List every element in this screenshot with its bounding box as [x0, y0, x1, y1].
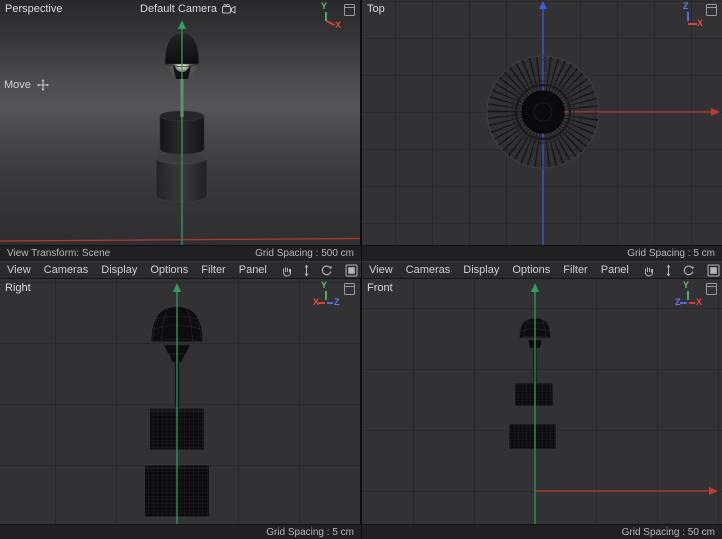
axis-z-label: Z	[334, 298, 340, 307]
axis-gizmo-front: Y Z X	[675, 281, 703, 311]
axis-x-line	[688, 23, 697, 25]
grid-spacing-front: Grid Spacing : 50 cm	[622, 527, 715, 538]
axis-y-label: Y	[321, 2, 327, 11]
maximize-viewport-icon[interactable]	[345, 264, 358, 277]
axis-gizmo-perspective: Y X	[313, 2, 341, 32]
viewport-front[interactable]: Front Y Z X	[362, 279, 722, 524]
statusbar-front: Grid Spacing : 50 cm	[362, 524, 722, 539]
grid-spacing-perspective: Grid Spacing : 500 cm	[255, 248, 354, 259]
menu-view[interactable]: View	[7, 264, 31, 276]
viewport-right[interactable]: Right Y X Z	[0, 279, 361, 524]
viewport-toggle-icon[interactable]	[344, 283, 355, 295]
active-tool-label: Move	[4, 79, 49, 91]
camera-icon	[222, 4, 236, 15]
viewport-nav-icons	[280, 264, 358, 277]
rotate-icon[interactable]	[320, 264, 333, 277]
axis-z-label: Z	[683, 2, 689, 11]
viewport-toggle-icon[interactable]	[706, 4, 717, 16]
viewport-splitter[interactable]	[361, 0, 362, 539]
axis-z-line	[680, 302, 687, 304]
viewport-label-front: Front	[367, 282, 393, 294]
axis-z-line	[687, 12, 689, 21]
menu-filter[interactable]: Filter	[201, 264, 225, 276]
axis-x-label: X	[696, 298, 702, 307]
menu-view[interactable]: View	[369, 264, 393, 276]
grid-spacing-right: Grid Spacing : 5 cm	[266, 527, 354, 538]
statusbar-top: Grid Spacing : 5 cm	[362, 245, 722, 261]
zoom-icon[interactable]	[662, 264, 675, 277]
axis-gizmo-right: Y X Z	[313, 281, 341, 311]
menu-filter[interactable]: Filter	[563, 264, 587, 276]
axis-x-label: X	[335, 21, 341, 30]
axis-y-label: Y	[321, 281, 327, 290]
menu-display[interactable]: Display	[463, 264, 499, 276]
menu-panel[interactable]: Panel	[601, 264, 629, 276]
move-tool-icon	[37, 79, 49, 91]
axis-z-line	[327, 302, 333, 304]
menubar-left: View Cameras Display Options Filter Pane…	[0, 261, 361, 279]
camera-label[interactable]: Default Camera	[140, 3, 236, 15]
menu-panel[interactable]: Panel	[239, 264, 267, 276]
maximize-viewport-icon[interactable]	[707, 264, 720, 277]
grid-spacing-top: Grid Spacing : 5 cm	[627, 248, 715, 259]
app-window: Perspective Default Camera Move Y	[0, 0, 722, 539]
camera-label-text: Default Camera	[140, 3, 217, 15]
viewport-toggle-icon[interactable]	[706, 283, 717, 295]
pan-hand-icon[interactable]	[280, 264, 293, 277]
statusbar-perspective: View Transform: Scene Grid Spacing : 500…	[0, 245, 361, 261]
perspective-scene	[0, 0, 361, 245]
view-transform-status: View Transform: Scene	[7, 248, 110, 259]
statusbar-right: Grid Spacing : 5 cm	[0, 524, 361, 539]
menu-cameras[interactable]: Cameras	[406, 264, 451, 276]
axis-x-line	[318, 302, 325, 304]
rotate-icon[interactable]	[682, 264, 695, 277]
axis-y-line	[687, 291, 689, 300]
menu-cameras[interactable]: Cameras	[44, 264, 89, 276]
axis-x-line	[326, 20, 335, 25]
viewport-toggle-icon[interactable]	[344, 4, 355, 16]
axis-y-line	[325, 291, 327, 300]
menu-options[interactable]: Options	[150, 264, 188, 276]
axis-x-label: X	[697, 19, 703, 28]
viewport-label-top: Top	[367, 3, 385, 15]
axis-gizmo-top: Z X	[675, 2, 703, 32]
menubar-right: View Cameras Display Options Filter Pane…	[362, 261, 722, 279]
axis-y-label: Y	[683, 281, 689, 290]
front-scene	[362, 279, 722, 524]
viewport-nav-icons	[642, 264, 720, 277]
right-scene	[0, 279, 361, 524]
viewport-perspective[interactable]: Perspective Default Camera Move Y	[0, 0, 361, 245]
pan-hand-icon[interactable]	[642, 264, 655, 277]
top-scene	[362, 0, 722, 245]
zoom-icon[interactable]	[300, 264, 313, 277]
viewport-top[interactable]: Top Z X	[362, 0, 722, 245]
viewport-label-right: Right	[5, 282, 31, 294]
active-tool-name: Move	[4, 79, 31, 91]
axis-x-line	[689, 302, 695, 304]
menu-options[interactable]: Options	[512, 264, 550, 276]
menu-display[interactable]: Display	[101, 264, 137, 276]
viewport-label-perspective: Perspective	[5, 3, 62, 15]
